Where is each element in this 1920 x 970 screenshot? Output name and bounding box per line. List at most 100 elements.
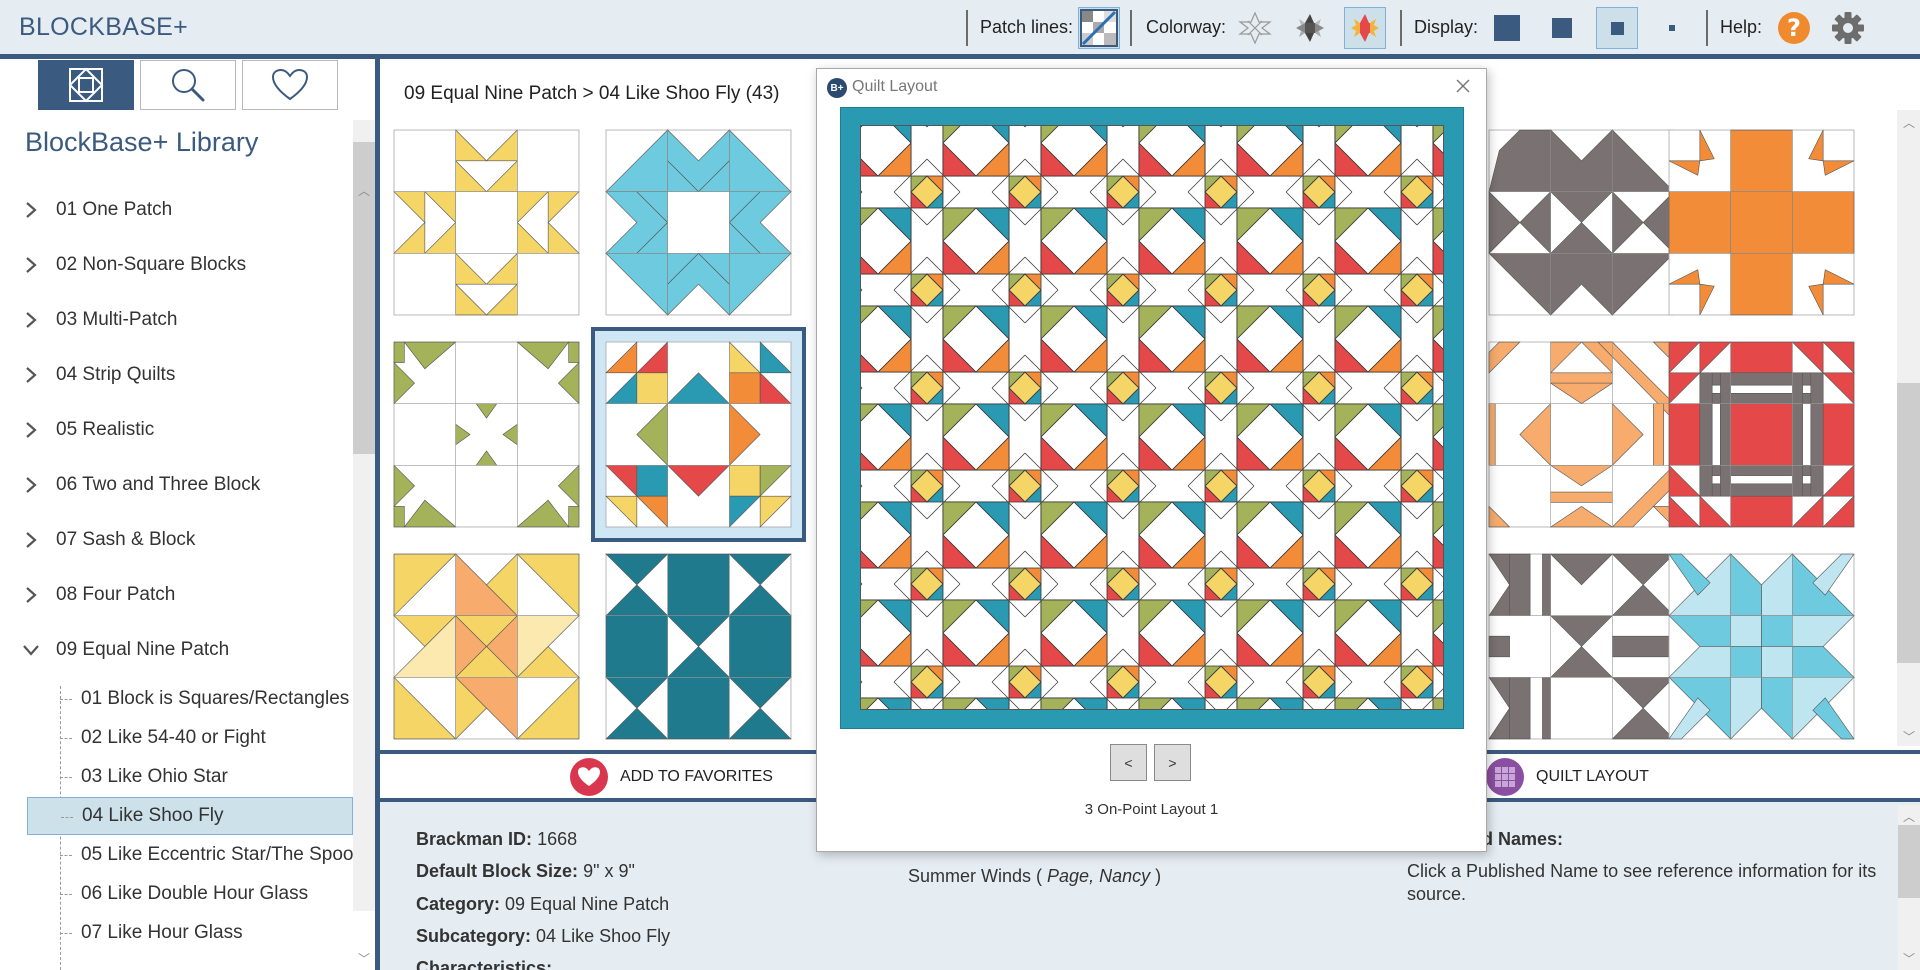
- add-to-favorites-button[interactable]: ADD TO FAVORITES: [570, 757, 773, 797]
- add-to-favorites-label: ADD TO FAVORITES: [620, 768, 773, 785]
- patch-lines-toggle[interactable]: [1078, 7, 1120, 49]
- chevron-right-icon[interactable]: [22, 586, 40, 604]
- tree-category[interactable]: 08 Four Patch: [0, 575, 352, 615]
- tree-subcategory-label: 07 Like Hour Glass: [81, 922, 243, 943]
- chevron-right-icon[interactable]: [22, 311, 40, 329]
- square-small-icon: [1669, 25, 1675, 31]
- quilt-preview: [860, 125, 1444, 710]
- gallery-scrollbar-thumb[interactable]: [1897, 383, 1920, 663]
- tree-category[interactable]: 01 One Patch: [0, 190, 352, 230]
- tree-subcategory-label: 05 Like Eccentric Star/The Spool: [81, 844, 353, 865]
- tree-subcategory[interactable]: 03 Like Ohio Star: [27, 758, 353, 796]
- tree-subcategory[interactable]: 06 Like Double Hour Glass: [27, 875, 353, 913]
- chevron-down-icon[interactable]: [22, 641, 40, 659]
- block-thumbnail[interactable]: [605, 553, 792, 740]
- block-thumbnail[interactable]: [1668, 553, 1855, 740]
- published-author: Page, Nancy: [1047, 866, 1151, 886]
- block-thumbnail[interactable]: [393, 553, 580, 740]
- tree-subcategory[interactable]: 01 Block is Squares/Rectangles: [27, 680, 353, 718]
- tree-subcategory[interactable]: 05 Like Eccentric Star/The Spool: [27, 836, 353, 874]
- display-medium-button[interactable]: [1596, 7, 1638, 49]
- gallery-scroll-down[interactable]: ﹀: [1898, 726, 1920, 746]
- quilt-block-icon: [393, 341, 580, 528]
- display-small-button[interactable]: [1651, 7, 1693, 49]
- tree-connector: [60, 777, 72, 778]
- colorway-color-button[interactable]: [1344, 7, 1386, 49]
- colorway-outline-button[interactable]: [1234, 7, 1276, 49]
- tree-subcategory[interactable]: 07 Like Hour Glass: [27, 914, 353, 952]
- block-thumbnail[interactable]: [1488, 129, 1675, 316]
- published-name-link[interactable]: Summer Winds ( Page, Nancy ): [908, 866, 1161, 887]
- tree-category[interactable]: 07 Sash & Block: [0, 520, 352, 560]
- help-label: Help:: [1720, 17, 1763, 37]
- info-scrollbar-thumb[interactable]: [1898, 825, 1920, 898]
- settings-button[interactable]: [1827, 7, 1869, 49]
- subcategory-value: 04 Like Shoo Fly: [536, 926, 671, 946]
- quilt-block-icon: [393, 129, 580, 316]
- block-thumbnail[interactable]: [1668, 129, 1855, 316]
- block-thumbnail[interactable]: [1488, 341, 1675, 528]
- next-layout-button[interactable]: >: [1154, 744, 1191, 781]
- tree-category-label: 09 Equal Nine Patch: [56, 639, 230, 660]
- display-label: Display:: [1414, 17, 1479, 37]
- tree-category[interactable]: 09 Equal Nine Patch: [0, 630, 352, 670]
- gallery-scroll-up[interactable]: ︿: [1898, 112, 1920, 132]
- block-thumbnail[interactable]: [393, 129, 580, 316]
- block-icon: [68, 67, 104, 103]
- published-name: Summer Winds: [908, 866, 1032, 886]
- previous-layout-button[interactable]: <: [1110, 744, 1147, 781]
- tree-connector: [60, 855, 72, 856]
- chevron-right-icon[interactable]: [22, 201, 40, 219]
- chevron-right-icon[interactable]: [22, 256, 40, 274]
- block-thumbnail[interactable]: [1488, 553, 1675, 740]
- tree-category-label: 08 Four Patch: [56, 584, 176, 605]
- chevron-right-icon[interactable]: [22, 531, 40, 549]
- colorway-grayscale-button[interactable]: [1289, 7, 1331, 49]
- block-thumbnail[interactable]: [591, 327, 806, 542]
- tab-library[interactable]: [38, 60, 134, 110]
- chevron-right-icon[interactable]: [22, 476, 40, 494]
- tree-category-label: 06 Two and Three Block: [56, 474, 261, 495]
- tree-subcategory[interactable]: 02 Like 54-40 or Fight: [27, 719, 353, 757]
- info-scroll-up[interactable]: ︿: [1898, 806, 1920, 826]
- tree-connector: [61, 817, 73, 818]
- app-logo-icon: B+: [827, 78, 847, 98]
- block-thumbnail[interactable]: [605, 129, 792, 316]
- block-thumbnail[interactable]: [393, 341, 580, 528]
- tree-connector: [60, 894, 72, 895]
- quilt-block-icon: [1668, 553, 1855, 740]
- tree-category[interactable]: 02 Non-Square Blocks: [0, 245, 352, 285]
- heart-filled-icon: [570, 758, 608, 796]
- colorway-label: Colorway:: [1146, 17, 1227, 37]
- library-title: BlockBase+ Library: [25, 127, 259, 157]
- tree-category[interactable]: 04 Strip Quilts: [0, 355, 352, 395]
- heart-icon: [271, 68, 309, 101]
- tab-search[interactable]: [140, 60, 236, 110]
- tree-category[interactable]: 06 Two and Three Block: [0, 465, 352, 505]
- help-button[interactable]: ?: [1773, 7, 1815, 49]
- sidebar-scroll-up[interactable]: ︿: [353, 180, 375, 200]
- block-thumbnail[interactable]: [1668, 341, 1855, 528]
- quilt-block-icon: [605, 553, 792, 740]
- tree-subcategory-label: 06 Like Double Hour Glass: [81, 883, 309, 904]
- tree-category-label: 03 Multi-Patch: [56, 309, 178, 330]
- toolbar-separator: [1400, 10, 1402, 46]
- tree-subcategory[interactable]: 04 Like Shoo Fly: [27, 797, 353, 835]
- tab-favorites[interactable]: [242, 60, 338, 110]
- tree-category[interactable]: 03 Multi-Patch: [0, 300, 352, 340]
- gear-icon: [1832, 12, 1864, 44]
- quilt-block-icon: [605, 129, 792, 316]
- close-button[interactable]: [1452, 75, 1474, 97]
- tree-category[interactable]: 05 Realistic: [0, 410, 352, 450]
- patch-lines-label: Patch lines:: [980, 17, 1074, 37]
- chevron-right-icon[interactable]: [22, 366, 40, 384]
- chevron-right-icon[interactable]: [22, 421, 40, 439]
- info-scroll-down[interactable]: ﹀: [1898, 948, 1920, 968]
- display-large-button[interactable]: [1541, 7, 1583, 49]
- tree-connector: [60, 738, 72, 739]
- tree-subcategory-label: 03 Like Ohio Star: [81, 766, 228, 787]
- sidebar-scroll-down[interactable]: ﹀: [353, 948, 375, 968]
- display-xl-button[interactable]: [1486, 7, 1528, 49]
- block-size-line: Default Block Size: 9" x 9": [416, 861, 635, 882]
- quilt-layout-button[interactable]: QUILT LAYOUT: [1486, 757, 1649, 797]
